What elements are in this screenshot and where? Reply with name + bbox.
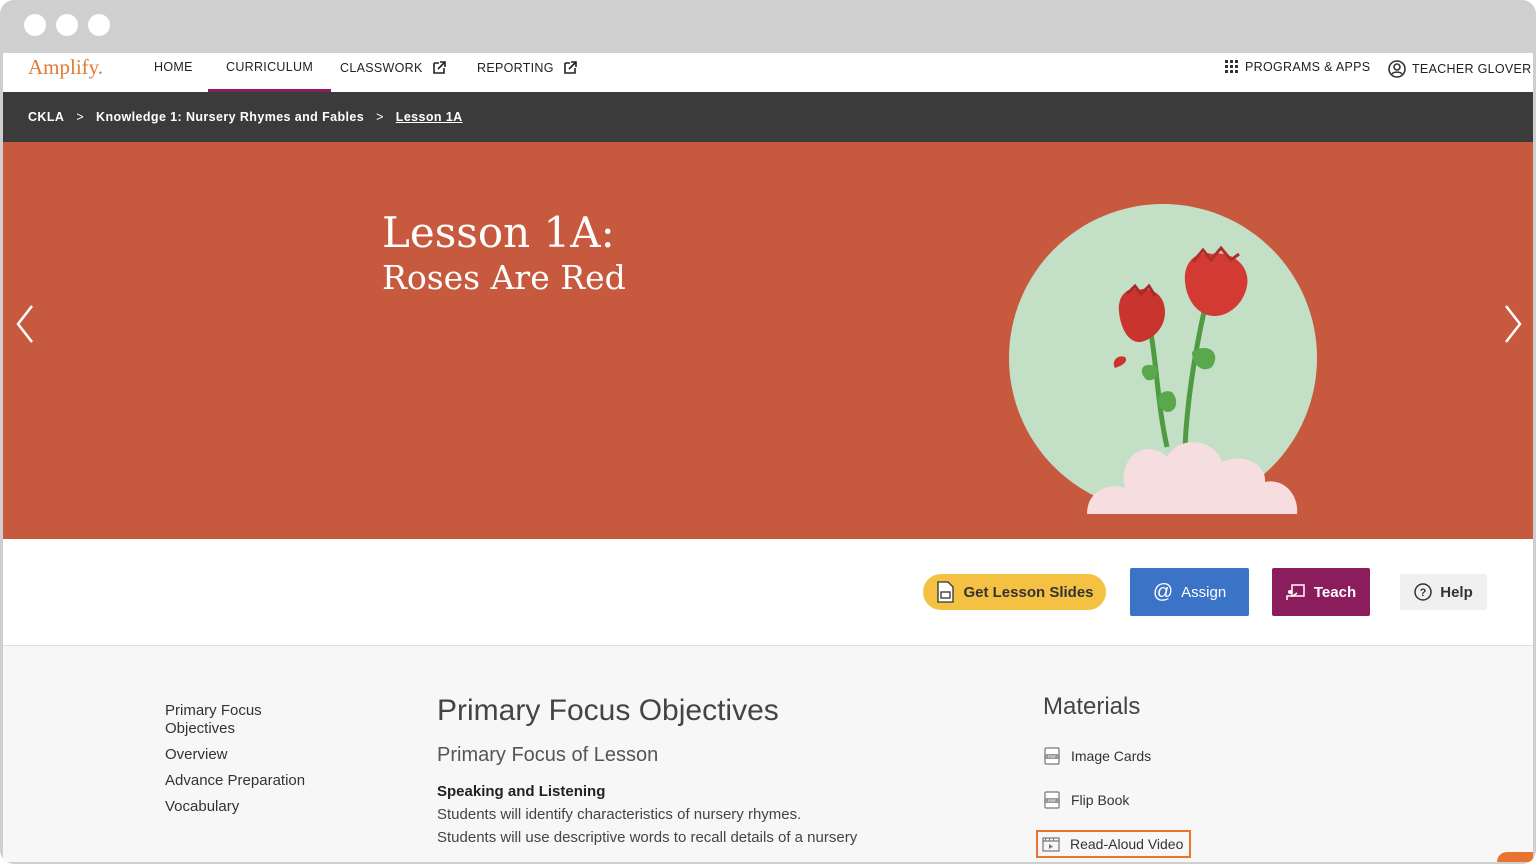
material-read-aloud-video[interactable]: Read-Aloud Video (1035, 830, 1192, 858)
nav-reporting-label: REPORTING (477, 61, 554, 75)
lesson-subtitle: Roses Are Red (382, 258, 626, 297)
grid-icon (1225, 60, 1238, 73)
help-button[interactable]: ? Help (1400, 574, 1487, 610)
lesson-actions: Get Lesson Slides @ Assign Teach ? Help (3, 539, 1533, 646)
section-nav-advance-preparation[interactable]: Advance Preparation (165, 772, 365, 790)
user-name: TEACHER GLOVER (1412, 62, 1532, 76)
svg-text:PDF: PDF (1048, 754, 1057, 759)
nav-classwork-label: CLASSWORK (340, 61, 423, 75)
objectives-section-heading: Speaking and Listening (437, 783, 606, 800)
amplify-logo[interactable]: Amplify. (28, 55, 103, 80)
user-menu[interactable]: TEACHER GLOVER (1388, 60, 1532, 78)
breadcrumb-lesson[interactable]: Lesson 1A (396, 110, 463, 124)
breadcrumb-ckla[interactable]: CKLA (28, 110, 64, 124)
window-controls (24, 14, 110, 36)
section-nav-overview[interactable]: Overview (165, 746, 365, 764)
teach-label: Teach (1313, 583, 1357, 601)
section-nav-vocabulary[interactable]: Vocabulary (165, 798, 365, 816)
breadcrumb: CKLA > Knowledge 1: Nursery Rhymes and F… (3, 92, 1533, 142)
objectives-subtitle: Primary Focus of Lesson (437, 744, 659, 766)
top-nav: Amplify. HOME CURRICULUM CLASSWORK REPOR… (3, 53, 1533, 93)
material-flip-book[interactable]: PDF Flip Book (1043, 791, 1129, 809)
slides-file-icon (937, 581, 955, 603)
objectives-title: Primary Focus Objectives (437, 694, 779, 727)
breadcrumb-knowledge[interactable]: Knowledge 1: Nursery Rhymes and Fables (96, 110, 364, 124)
get-lesson-slides-button[interactable]: Get Lesson Slides (923, 574, 1106, 610)
section-nav: Primary Focus Objectives Overview Advanc… (165, 702, 365, 824)
help-label: Help (1440, 583, 1473, 601)
external-link-icon (432, 61, 446, 74)
lesson-hero: Lesson 1A: Roses Are Red (3, 142, 1533, 539)
material-label: Flip Book (1071, 792, 1130, 808)
pdf-icon: PDF (1044, 747, 1060, 765)
at-sign-icon: @ (1152, 580, 1174, 603)
nav-reporting[interactable]: REPORTING (477, 60, 578, 76)
app-window: Amplify. HOME CURRICULUM CLASSWORK REPOR… (3, 53, 1533, 862)
materials-section: Materials PDF Image Cards PDF Flip Book … (1035, 693, 1343, 858)
get-lesson-slides-label: Get Lesson Slides (963, 583, 1094, 601)
breadcrumb-separator: > (76, 110, 85, 124)
external-link-icon (563, 61, 577, 74)
nav-curriculum-label: CURRICULUM (226, 60, 314, 74)
svg-text:PDF: PDF (1048, 798, 1057, 803)
nav-home-label: HOME (154, 60, 193, 74)
material-label: Image Cards (1071, 748, 1152, 764)
roses-illustration (1009, 204, 1317, 514)
teach-presentation-icon (1286, 584, 1305, 600)
nav-classwork[interactable]: CLASSWORK (340, 60, 447, 76)
help-question-icon: ? (1414, 583, 1432, 601)
nav-curriculum[interactable]: CURRICULUM (207, 60, 332, 93)
assign-label: Assign (1181, 583, 1227, 601)
objectives-section: Primary Focus Objectives Primary Focus o… (437, 694, 957, 846)
material-label: Read-Aloud Video (1070, 836, 1184, 852)
browser-frame: Amplify. HOME CURRICULUM CLASSWORK REPOR… (0, 0, 1536, 864)
programs-apps-menu[interactable]: PROGRAMS & APPS (1225, 60, 1370, 74)
help-launcher-edge[interactable] (1497, 852, 1533, 862)
materials-title: Materials (1043, 693, 1141, 720)
window-dot-close[interactable] (24, 14, 46, 36)
svg-text:?: ? (1420, 587, 1427, 599)
pdf-icon: PDF (1044, 791, 1060, 809)
teach-button[interactable]: Teach (1272, 568, 1370, 616)
user-avatar-icon (1388, 60, 1406, 78)
assign-button[interactable]: @ Assign (1130, 568, 1249, 616)
video-icon (1042, 837, 1060, 852)
window-dot-maximize[interactable] (88, 14, 110, 36)
lesson-title: Lesson 1A: (382, 208, 615, 257)
objective-line: Students will use descriptive words to r… (437, 829, 858, 846)
breadcrumb-separator: > (376, 110, 384, 124)
nav-home[interactable]: HOME (154, 60, 193, 74)
programs-apps-label: PROGRAMS & APPS (1245, 60, 1371, 74)
section-nav-objectives[interactable]: Primary Focus Objectives (165, 702, 285, 738)
lesson-details: Primary Focus Objectives Overview Advanc… (3, 646, 1533, 862)
previous-lesson-arrow-icon[interactable] (12, 302, 38, 346)
window-dot-minimize[interactable] (56, 14, 78, 36)
material-image-cards[interactable]: PDF Image Cards (1043, 747, 1151, 765)
objective-line: Students will identify characteristics o… (437, 806, 802, 823)
next-lesson-arrow-icon[interactable] (1500, 302, 1526, 346)
